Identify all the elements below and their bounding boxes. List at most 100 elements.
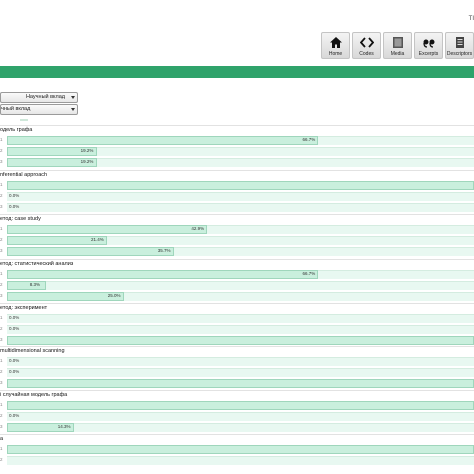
media-icon xyxy=(391,36,405,49)
nav-label: Media xyxy=(390,51,405,57)
row-label: 2 xyxy=(0,237,3,242)
percent-label: 14.3% xyxy=(57,424,71,429)
row-label: 2 xyxy=(0,148,3,153)
row-label: 3 xyxy=(0,248,3,253)
result-row[interactable]: 1 xyxy=(0,181,474,190)
bar-fill xyxy=(7,445,474,454)
contribution-select-secondary[interactable]: чный вклад xyxy=(0,104,78,115)
row-label: 1 xyxy=(0,402,3,407)
percent-label: 8.3% xyxy=(29,282,41,287)
nav-media-button[interactable]: Media xyxy=(383,32,412,59)
bar-track xyxy=(7,325,474,334)
result-row[interactable]: 3 14.3% xyxy=(0,423,474,432)
percent-label: 25.0% xyxy=(107,293,121,298)
row-label: 3 xyxy=(0,293,3,298)
percent-label: 0.0% xyxy=(9,326,20,331)
row-label: 2 xyxy=(0,457,3,462)
nav-label: Codes xyxy=(359,51,374,57)
result-row[interactable]: 3 19.2% xyxy=(0,158,474,167)
section-title: етод: статистический анализ xyxy=(0,261,74,267)
percent-label: 19.2% xyxy=(80,159,94,164)
result-row[interactable]: 1 xyxy=(0,401,474,410)
result-row[interactable]: 2 0.0% xyxy=(0,368,474,377)
code-icon xyxy=(359,36,374,49)
section-divider xyxy=(0,303,474,304)
result-row[interactable]: 2 8.3% xyxy=(0,281,474,290)
accent-bar xyxy=(0,66,474,78)
bar-track xyxy=(7,412,474,421)
bar-track xyxy=(7,192,474,201)
result-row[interactable]: 2 0.0% xyxy=(0,192,474,201)
percent-label: 66.7% xyxy=(302,137,316,142)
result-row[interactable]: 3 25.0% xyxy=(0,292,474,301)
bar-track xyxy=(7,456,474,465)
result-row[interactable]: 2 0.0% xyxy=(0,412,474,421)
section-divider xyxy=(0,434,474,435)
chevron-down-icon xyxy=(71,96,75,99)
nav-descriptors-button[interactable]: Descriptors xyxy=(445,32,474,59)
result-row[interactable]: 2 xyxy=(0,456,474,465)
nav-codes-button[interactable]: Codes xyxy=(352,32,381,59)
bar-fill xyxy=(7,336,474,345)
row-label: 1 xyxy=(0,446,3,451)
bar-track xyxy=(7,368,474,377)
bar-fill xyxy=(7,136,319,145)
result-row[interactable]: 1 xyxy=(0,445,474,454)
section-divider xyxy=(0,125,474,126)
nav-label: Home xyxy=(328,51,343,57)
result-row[interactable]: 3 0.0% xyxy=(0,203,474,212)
result-row[interactable]: 2 0.0% xyxy=(0,325,474,334)
result-row[interactable]: 1 0.0% xyxy=(0,314,474,323)
row-label: 3 xyxy=(0,337,3,342)
tab-indicator xyxy=(20,119,28,121)
percent-label: 42.9% xyxy=(191,226,205,231)
bar-track xyxy=(7,281,474,290)
result-row[interactable]: 3 xyxy=(0,379,474,388)
percent-label: 0.0% xyxy=(9,193,20,198)
result-row[interactable]: 1 42.9% xyxy=(0,225,474,234)
quote-icon xyxy=(422,36,436,49)
result-row[interactable]: 2 21.4% xyxy=(0,236,474,245)
section-divider xyxy=(0,390,474,391)
percent-label: 0.0% xyxy=(9,369,20,374)
row-label: 1 xyxy=(0,358,3,363)
result-row[interactable]: 1 66.7% xyxy=(0,270,474,279)
section-title: nferential approach xyxy=(0,172,48,178)
percent-label: 66.7% xyxy=(302,271,316,276)
nav-excerpts-button[interactable]: Excerpts xyxy=(414,32,443,59)
section-divider xyxy=(0,259,474,260)
percent-label: 0.0% xyxy=(9,413,20,418)
row-label: 3 xyxy=(0,204,3,209)
percent-label: 0.0% xyxy=(9,315,20,320)
nav-home-button[interactable]: Home xyxy=(321,32,350,59)
row-label: 1 xyxy=(0,137,3,142)
result-row[interactable]: 1 0.0% xyxy=(0,357,474,366)
row-label: 1 xyxy=(0,271,3,276)
row-label: 3 xyxy=(0,159,3,164)
contribution-select-secondary-value: чный вклад xyxy=(1,106,31,112)
section-title: multidimensional scanning xyxy=(0,348,65,354)
nav-toolbar: Home Codes Media Excerpts Descriptors xyxy=(319,32,474,59)
row-label: 3 xyxy=(0,424,3,429)
filter-selects: Научный вклад чный вклад xyxy=(0,92,78,116)
contribution-select[interactable]: Научный вклад xyxy=(0,92,78,103)
percent-label: 35.7% xyxy=(157,248,171,253)
chevron-down-icon xyxy=(71,108,75,111)
result-row[interactable]: 3 xyxy=(0,336,474,345)
row-label: 2 xyxy=(0,369,3,374)
section-divider xyxy=(0,170,474,171)
percent-label: 0.0% xyxy=(9,204,20,209)
result-row[interactable]: 1 66.7% xyxy=(0,136,474,145)
percent-label: 21.4% xyxy=(90,237,104,242)
result-row[interactable]: 3 35.7% xyxy=(0,247,474,256)
bar-fill xyxy=(7,270,319,279)
bar-track xyxy=(7,203,474,212)
contribution-select-value: Научный вклад xyxy=(25,94,65,100)
bar-track xyxy=(7,423,474,432)
corner-text: TI xyxy=(468,16,474,22)
bar-track xyxy=(7,314,474,323)
percent-label: 19.2% xyxy=(80,148,94,153)
bar-fill xyxy=(7,292,124,301)
result-row[interactable]: 2 19.2% xyxy=(0,147,474,156)
row-label: 2 xyxy=(0,193,3,198)
